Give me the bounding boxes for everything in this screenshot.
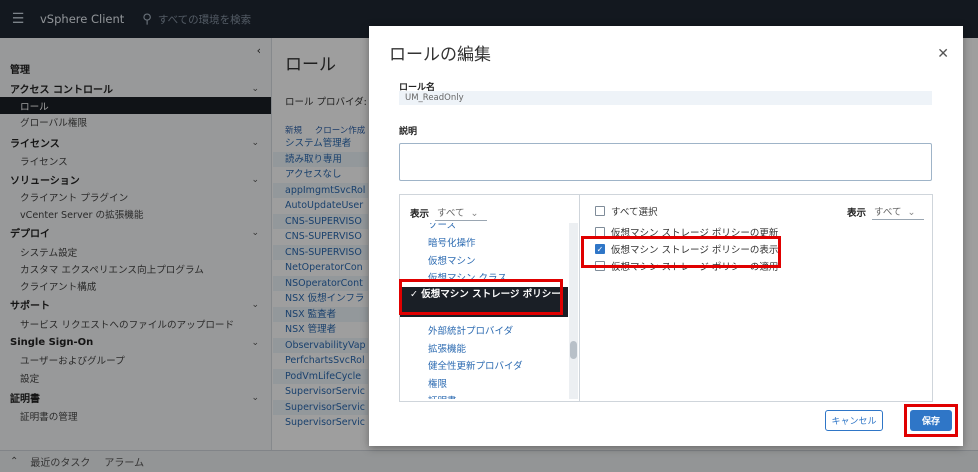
privilege-category-item[interactable]: 外部統計プロバイダ: [400, 323, 568, 337]
dialog-title: ロールの編集: [389, 45, 491, 65]
scrollbar-thumb[interactable]: [570, 341, 577, 359]
role-name-input[interactable]: [399, 91, 932, 105]
scrollbar[interactable]: [569, 223, 578, 399]
privilege-category-item[interactable]: 拡張機能: [400, 341, 568, 355]
privilege-category-label: 健全性更新プロバイダ: [428, 361, 523, 372]
privilege-category-label: 仮想マシン: [428, 256, 476, 267]
left-view-filter: 表示 すべて ⌄: [410, 205, 488, 221]
highlight-checked-privilege: [581, 236, 781, 268]
highlight-selected-category: [399, 279, 563, 315]
privilege-category-label: 外部統計プロバイダ: [428, 326, 514, 337]
description-textarea[interactable]: [399, 143, 932, 181]
left-view-value: すべて: [437, 208, 465, 219]
privilege-category-label: 証明書: [428, 396, 457, 399]
cancel-button[interactable]: キャンセル: [825, 410, 883, 431]
right-view-filter: 表示 すべて ⌄: [847, 204, 925, 220]
privilege-category-label: ソース: [428, 223, 457, 231]
save-button[interactable]: 保存: [910, 410, 952, 431]
select-all-row[interactable]: すべて選択: [595, 204, 657, 218]
right-view-value: すべて: [874, 207, 902, 218]
select-all-label: すべて選択: [611, 207, 658, 218]
privilege-category-item[interactable]: 権限: [400, 376, 568, 390]
left-view-select[interactable]: すべて ⌄: [435, 205, 488, 221]
privilege-category-item[interactable]: 暗号化操作: [400, 235, 568, 249]
privilege-category-item[interactable]: 仮想マシン: [400, 253, 568, 267]
edit-role-dialog: ロールの編集 ✕ ロール名 説明 表示 すべて⌄ ソース暗号化操作仮想マシン仮想…: [369, 26, 963, 446]
right-view-select[interactable]: すべて ⌄: [872, 204, 925, 220]
privilege-category-item[interactable]: 健全性更新プロバイダ: [400, 358, 568, 372]
right-view-label: 表示: [847, 208, 867, 219]
chevron-down-icon: ⌄: [907, 207, 916, 218]
description-label: 説明: [399, 127, 418, 137]
privilege-category-item[interactable]: ソース: [400, 223, 568, 231]
chevron-down-icon: ⌄: [470, 208, 479, 219]
privilege-detail-pane: すべて選択 表示 すべて ⌄ 仮想マシン ストレージ ポリシーの更新 ✓ 仮想マシン …: [581, 195, 932, 401]
left-view-label: 表示: [410, 209, 430, 220]
close-icon[interactable]: ✕: [937, 46, 949, 62]
privilege-category-item[interactable]: 証明書: [400, 393, 568, 399]
privilege-category-label: 権限: [428, 379, 448, 390]
privilege-category-label: 拡張機能: [428, 344, 467, 355]
select-all-checkbox[interactable]: [595, 206, 605, 216]
privilege-category-label: 暗号化操作: [428, 238, 476, 249]
